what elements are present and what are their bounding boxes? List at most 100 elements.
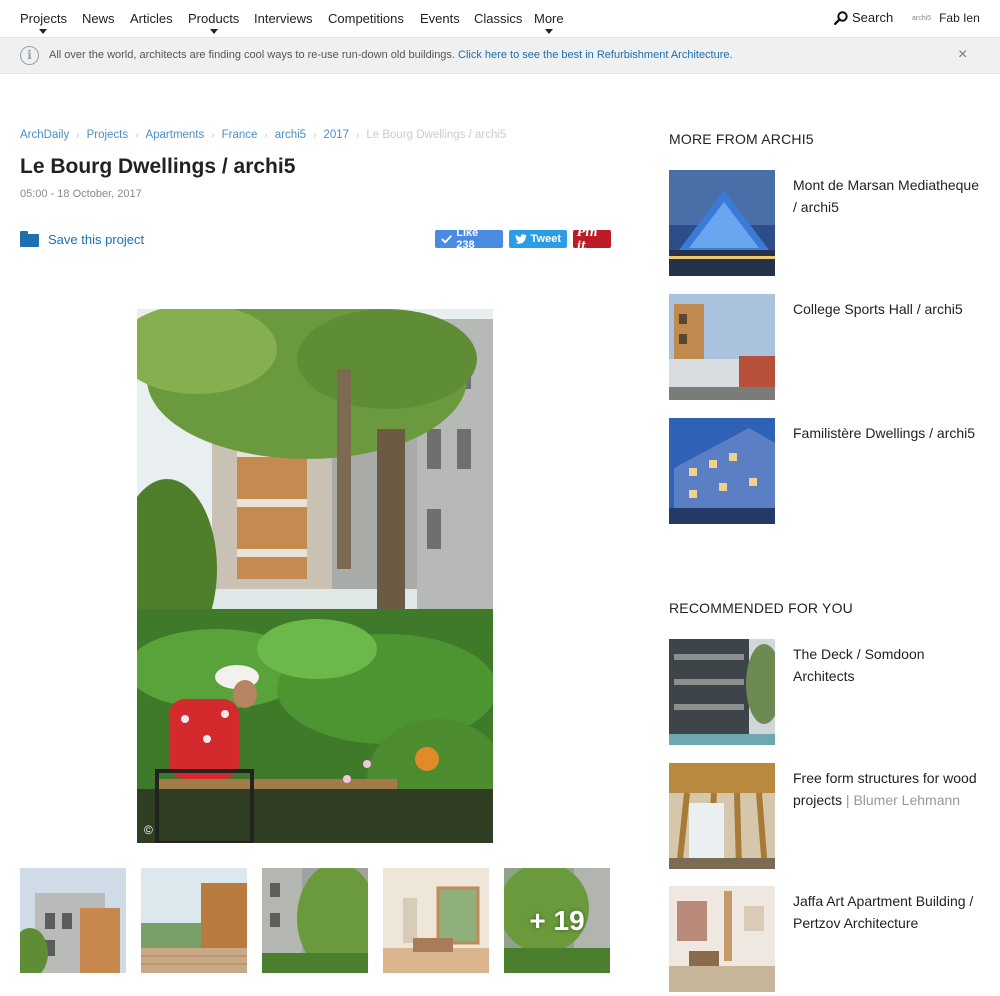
search-label: Search [852, 10, 894, 25]
gallery-thumbnail[interactable] [20, 868, 126, 973]
gallery-thumbnail[interactable] [262, 868, 368, 973]
main-project-photo[interactable]: © [137, 309, 493, 843]
project-thumbnail [669, 763, 775, 869]
project-title: College Sports Hall / archi5 [793, 301, 963, 317]
breadcrumb-separator: › [313, 130, 317, 141]
search-button[interactable]: Search [834, 10, 893, 25]
project-thumbnail [669, 886, 775, 992]
terrace-thumbnail-image [141, 868, 247, 973]
more-photos-count: + 19 [529, 904, 585, 936]
nav-item-label: Products [188, 11, 240, 26]
close-icon[interactable]: × [958, 47, 967, 63]
nav-events[interactable]: Events [420, 11, 460, 26]
checkmark-icon [441, 235, 453, 244]
pin-label: Pin it [577, 226, 598, 252]
facebook-like-button[interactable]: Like 238 [435, 227, 503, 251]
nav-item-label: Interviews [254, 11, 313, 26]
nav-item-label: News [82, 11, 115, 26]
caret-down-icon [39, 29, 48, 34]
nav-item-label: More [534, 11, 564, 26]
notice-link[interactable]: Click here to see the best in Refurbishm… [458, 49, 733, 61]
related-project-card[interactable]: College Sports Hall / archi5 [669, 294, 989, 400]
project-thumbnail [669, 294, 775, 400]
recommended-heading: RECOMMENDED FOR YOU [669, 600, 853, 616]
breadcrumb-item[interactable]: archi5 [275, 129, 306, 141]
breadcrumb-item[interactable]: ArchDaily [20, 129, 69, 141]
notice-text: All over the world, architects are findi… [49, 49, 733, 61]
breadcrumb-separator: › [356, 130, 360, 141]
caret-down-icon [209, 29, 218, 34]
gallery-thumbnail[interactable] [383, 868, 489, 973]
nav-item-label: Classics [474, 11, 523, 26]
nav-projects[interactable]: Projects [20, 11, 67, 34]
wood-structure-image [669, 763, 775, 869]
more-from-heading: MORE FROM ARCHI5 [669, 131, 814, 147]
user-avatar-logo: archi5 [912, 14, 932, 22]
project-title: Free form structures for wood projects |… [793, 767, 983, 811]
info-icon: i [20, 46, 39, 65]
caret-down-icon [544, 29, 553, 34]
breadcrumb-separator: › [264, 130, 268, 141]
recommended-project-card[interactable]: Jaffa Art Apartment Building / Pertzov A… [669, 886, 989, 992]
sports-hall-image [669, 294, 775, 400]
recommended-project-card[interactable]: Free form structures for wood projects |… [669, 763, 989, 869]
tweet-button[interactable]: Tweet [509, 230, 567, 248]
nav-news[interactable]: News [82, 11, 115, 26]
recommended-project-card[interactable]: The Deck / Somdoon Architects [669, 639, 989, 745]
breadcrumb-item[interactable]: Projects [87, 129, 129, 141]
save-project-button[interactable]: Save this project [20, 231, 145, 247]
save-project-label: Save this project [48, 232, 145, 247]
gallery-thumbnail[interactable] [141, 868, 247, 973]
project-thumbnail [669, 418, 775, 524]
project-thumbnail [669, 170, 775, 276]
breadcrumb: ArchDaily › Projects › Apartments › France › arc… [20, 129, 506, 141]
breadcrumb-separator: › [135, 130, 139, 141]
interior-thumbnail-image [383, 868, 489, 973]
facade-thumbnail-image [20, 868, 126, 973]
courtyard-thumbnail-image [262, 868, 368, 973]
nav-articles[interactable]: Articles [130, 11, 173, 26]
breadcrumb-separator: › [76, 130, 80, 141]
gallery-more-thumbnail[interactable]: + 19 [504, 868, 610, 973]
search-icon [834, 10, 848, 25]
breadcrumb-item[interactable]: France [222, 129, 258, 141]
nav-item-label: Events [420, 11, 460, 26]
nav-competitions[interactable]: Competitions [328, 11, 404, 26]
breadcrumb-item[interactable]: 2017 [323, 129, 349, 141]
familistere-image [669, 418, 775, 524]
project-thumbnail [669, 639, 775, 745]
page-title: Le Bourg Dwellings / archi5 [20, 155, 296, 178]
notice-banner: i All over the world, architects are fin… [0, 37, 1000, 74]
user-menu[interactable]: archi5 Fab Ien [912, 11, 980, 25]
nav-item-label: Competitions [328, 11, 404, 26]
garden-photo-illustration [137, 309, 493, 843]
pinterest-button[interactable]: Pin it [573, 226, 611, 252]
the-deck-image [669, 639, 775, 745]
project-title: Familistère Dwellings / archi5 [793, 425, 976, 441]
mediatheque-image [669, 170, 775, 276]
nav-classics[interactable]: Classics [474, 11, 522, 26]
nav-more[interactable]: More [534, 11, 564, 34]
project-title: Jaffa Art Apartment Building / Pertzov A… [793, 893, 974, 931]
user-name: Fab Ien [939, 11, 980, 25]
top-navigation: Projects News Articles Products Intervie… [0, 0, 1000, 37]
breadcrumb-item[interactable]: Apartments [145, 129, 204, 141]
nav-interviews[interactable]: Interviews [254, 11, 313, 26]
notice-message: All over the world, architects are findi… [49, 49, 455, 61]
tweet-label: Tweet [530, 233, 561, 245]
twitter-bird-icon [515, 234, 527, 244]
publish-date: 05:00 - 18 October, 2017 [20, 188, 142, 200]
jaffa-apartment-image [669, 886, 775, 992]
breadcrumb-current: Le Bourg Dwellings / archi5 [366, 129, 507, 141]
nav-item-label: Projects [20, 11, 67, 26]
project-title: The Deck / Somdoon Architects [793, 646, 925, 684]
folder-icon [20, 231, 39, 247]
like-label: Like 238 [456, 227, 479, 251]
nav-item-label: Articles [130, 11, 173, 26]
project-title-brand: | Blumer Lehmann [845, 792, 961, 808]
related-project-card[interactable]: Mont de Marsan Mediatheque / archi5 [669, 170, 989, 276]
project-title: Mont de Marsan Mediatheque / archi5 [793, 177, 979, 215]
related-project-card[interactable]: Familistère Dwellings / archi5 [669, 418, 989, 524]
breadcrumb-separator: › [211, 130, 215, 141]
nav-products[interactable]: Products [188, 11, 240, 34]
